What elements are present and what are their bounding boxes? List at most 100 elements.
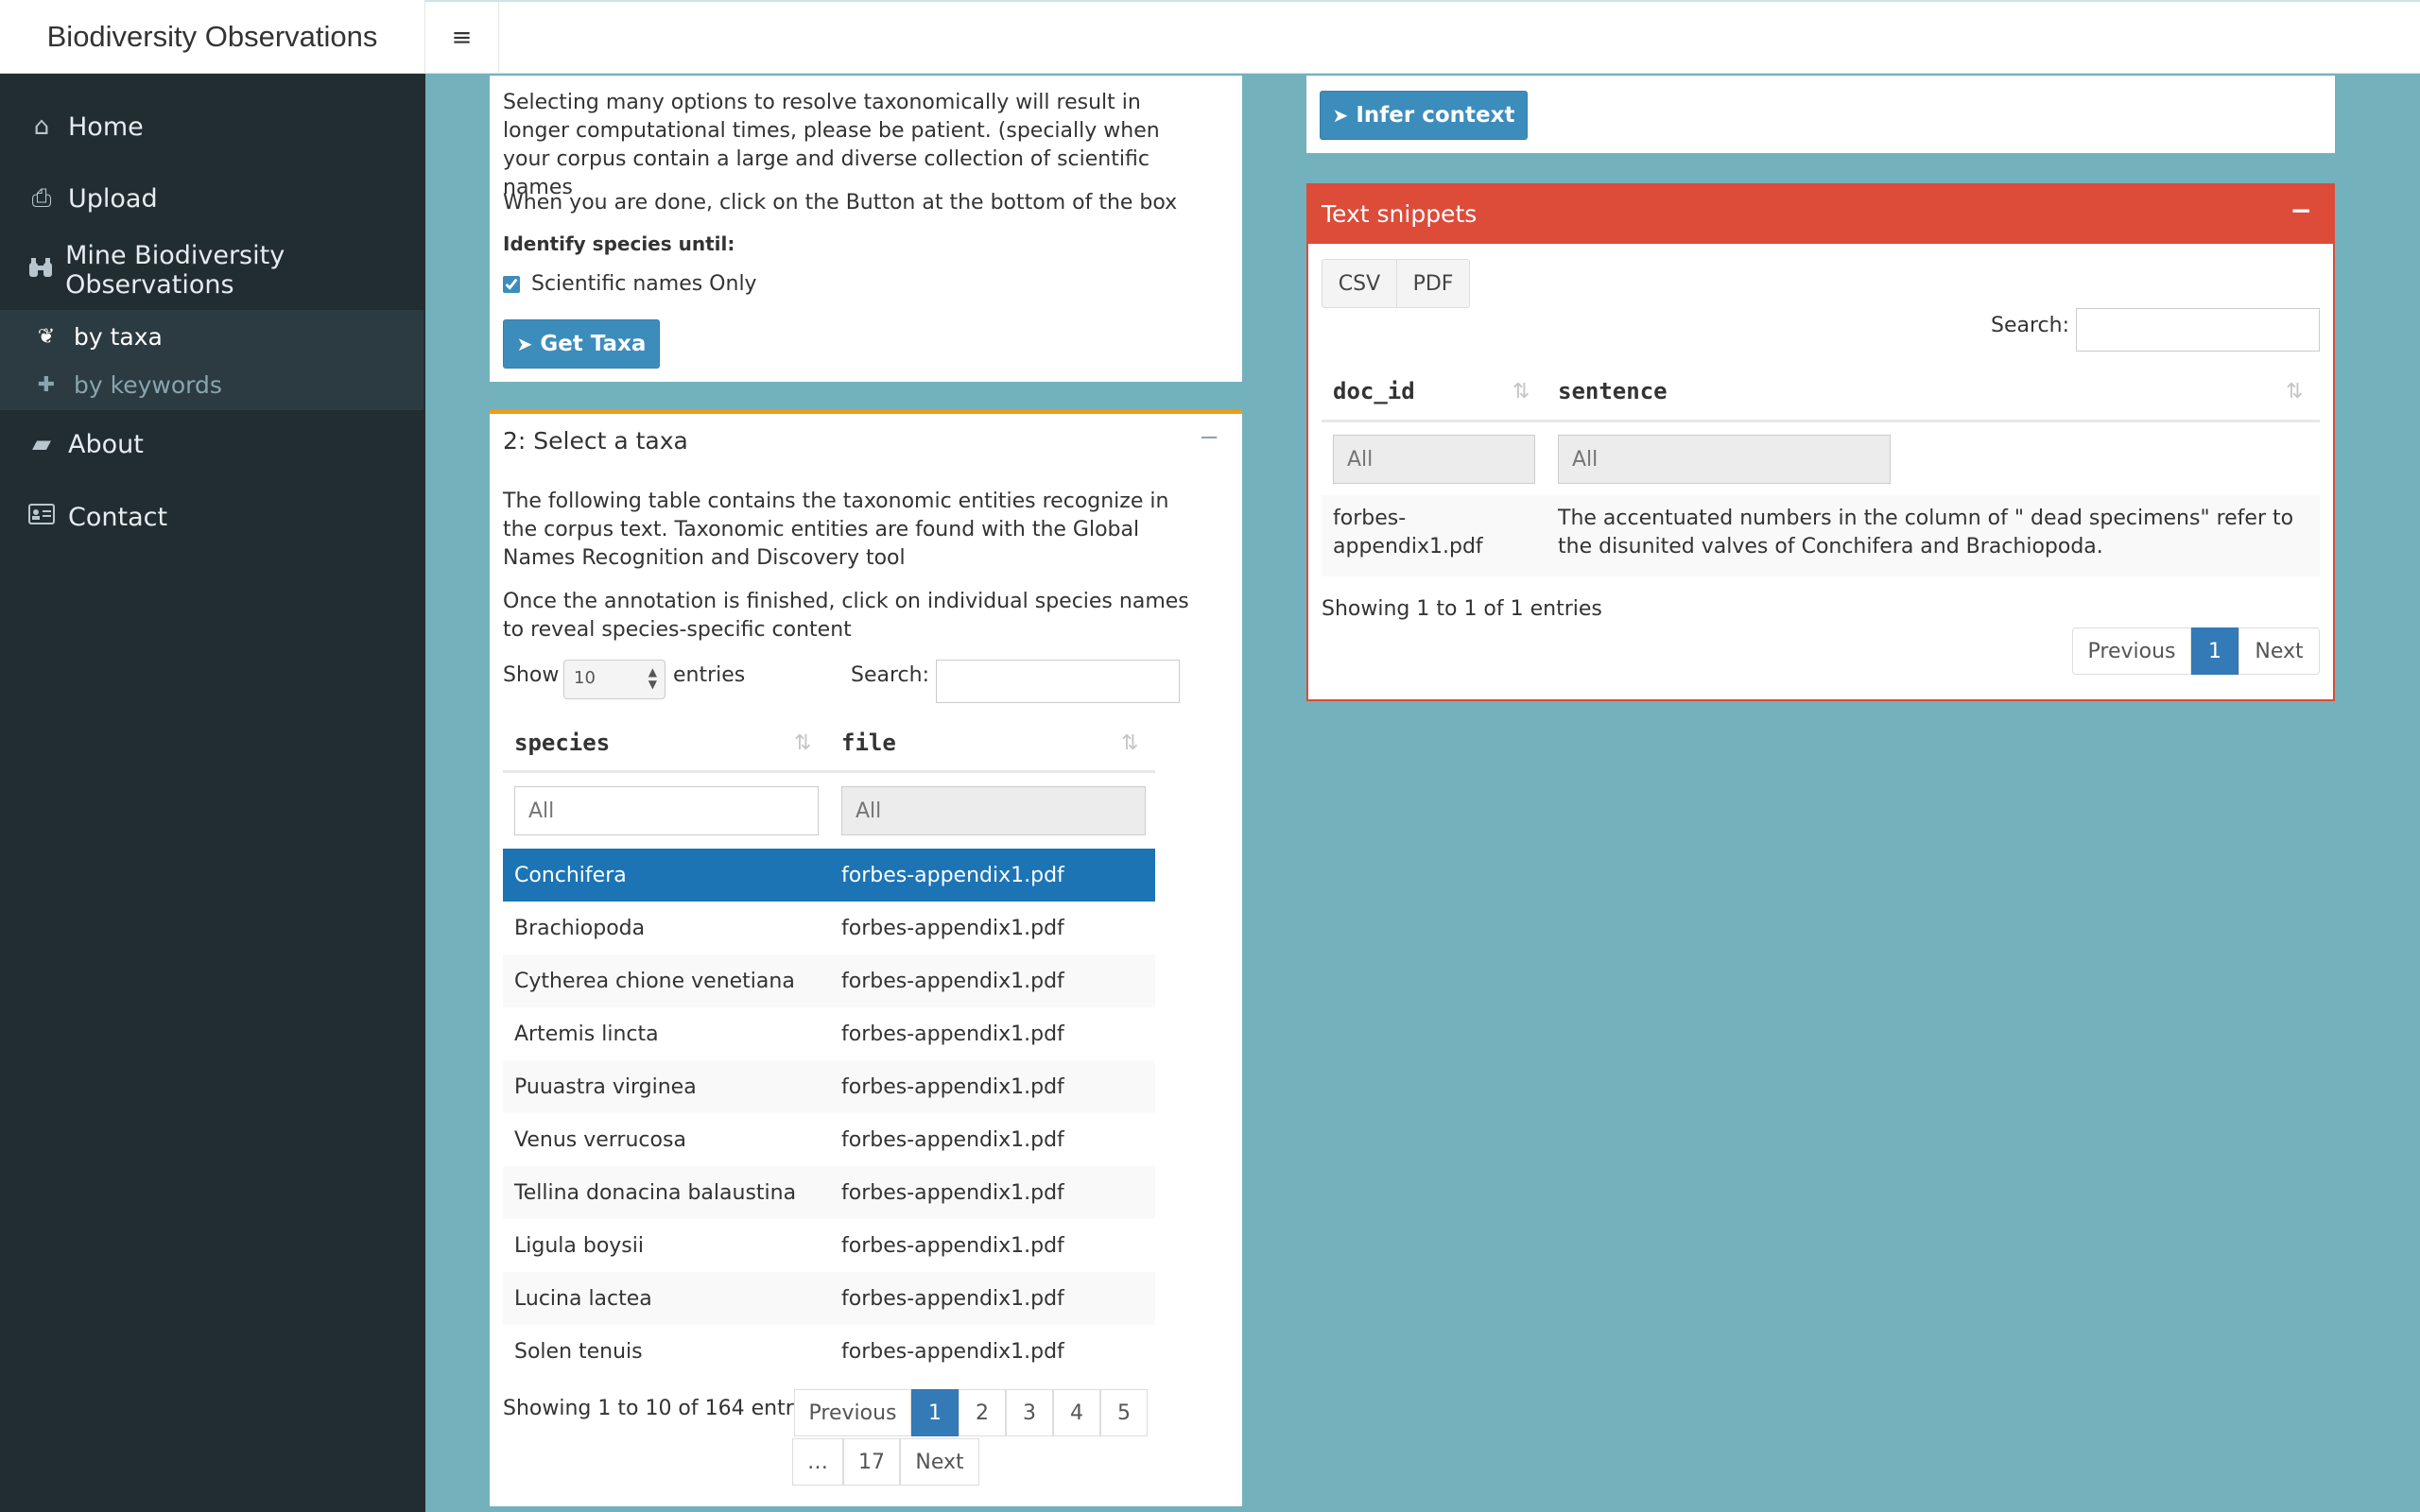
- sentence-column-header[interactable]: sentence: [1558, 378, 1668, 404]
- species-cell: Puuastra virginea: [514, 1074, 697, 1099]
- pagination-page[interactable]: 5: [1100, 1389, 1148, 1436]
- taxa-description: The following table contains the taxonom…: [503, 490, 1169, 570]
- sidebar-item-home[interactable]: ⌂ Home: [0, 100, 425, 153]
- species-cell: Artemis lincta: [514, 1022, 659, 1046]
- pagination-page[interactable]: 2: [959, 1389, 1006, 1436]
- doc-id-filter-input[interactable]: [1333, 435, 1535, 484]
- table-info: Showing 1 to 1 of 1 entries: [1322, 597, 1602, 621]
- file-column-header[interactable]: file: [841, 730, 896, 756]
- box-title: Text snippets: [1322, 200, 1478, 228]
- file-cell: forbes-appendix1.pdf: [841, 1074, 1064, 1099]
- file-cell: forbes-appendix1.pdf: [841, 863, 1064, 887]
- species-cell: Venus verrucosa: [514, 1127, 686, 1152]
- species-cell: Solen tenuis: [514, 1339, 643, 1364]
- file-cell: forbes-appendix1.pdf: [841, 916, 1064, 940]
- pagination-next[interactable]: Next: [900, 1438, 979, 1486]
- sidebar: ⌂ Home ⎙ Upload Mine Biodiversity Observ…: [0, 74, 425, 1512]
- sidebar-item-by-taxa[interactable]: ❦ by taxa: [0, 313, 424, 360]
- scientific-names-checkbox[interactable]: [503, 276, 520, 293]
- table-row[interactable]: Solen tenuis forbes-appendix1.pdf: [503, 1325, 1155, 1378]
- top-navbar: ≡: [425, 0, 2420, 74]
- sentence-filter-input[interactable]: [1558, 435, 1891, 484]
- sidebar-item-about[interactable]: ▰ About: [0, 418, 425, 471]
- species-cell: Brachiopoda: [514, 916, 646, 940]
- table-row[interactable]: Artemis lincta forbes-appendix1.pdf: [503, 1007, 1155, 1060]
- pagination-page[interactable]: 3: [1006, 1389, 1053, 1436]
- sort-icon[interactable]: ⇅: [2286, 380, 2303, 404]
- file-cell: forbes-appendix1.pdf: [841, 1339, 1064, 1364]
- page-length-select[interactable]: 10 ▲ ▼: [563, 660, 666, 699]
- sidebar-item-label: Contact: [68, 502, 168, 532]
- header-divider: [1322, 420, 2320, 422]
- options-box: Selecting many options to resolve taxono…: [490, 76, 1242, 382]
- file-cell: forbes-appendix1.pdf: [841, 1180, 1064, 1205]
- table-row[interactable]: Tellina donacina balaustina forbes-appen…: [503, 1166, 1155, 1219]
- sidebar-item-label: Upload: [68, 183, 158, 214]
- snippets-search-input[interactable]: [2076, 308, 2320, 352]
- csv-export-button[interactable]: CSV: [1322, 259, 1397, 308]
- sidebar-item-mine[interactable]: Mine Biodiversity Observations: [0, 241, 425, 300]
- sidebar-toggle-icon[interactable]: ≡: [425, 2, 499, 74]
- pagination-previous[interactable]: Previous: [794, 1389, 911, 1436]
- file-cell: forbes-appendix1.pdf: [841, 1022, 1064, 1046]
- collapse-icon[interactable]: −: [2290, 195, 2312, 226]
- species-column-header[interactable]: species: [514, 730, 610, 756]
- doc-id-line: forbes-: [1333, 507, 1407, 530]
- text-snippets-header: Text snippets −: [1308, 185, 2333, 244]
- header-divider: [503, 770, 1155, 773]
- search-label: Search:: [851, 663, 929, 687]
- pagination-page[interactable]: 1: [2191, 627, 2238, 675]
- table-row[interactable]: Cytherea chione venetiana forbes-appendi…: [503, 954, 1155, 1007]
- page-length-value: 10: [574, 668, 596, 688]
- home-icon: ⌂: [33, 112, 50, 141]
- sidebar-item-contact[interactable]: Contact: [0, 490, 425, 543]
- pointer-icon: ➤: [516, 333, 533, 355]
- infer-context-button[interactable]: ➤ Infer context: [1320, 91, 1528, 140]
- species-filter-input[interactable]: [514, 786, 819, 835]
- checkbox-label: Scientific names Only: [531, 272, 757, 296]
- text-snippets-box: Text snippets − CSV PDF Search: doc_id ⇅…: [1306, 183, 2335, 701]
- table-row[interactable]: Venus verrucosa forbes-appendix1.pdf: [503, 1113, 1155, 1166]
- infer-context-box: ➤ Infer context: [1306, 76, 2335, 153]
- pagination-next[interactable]: Next: [2238, 627, 2320, 675]
- table-row[interactable]: forbes- appendix1.pdf The accentuated nu…: [1322, 495, 2320, 576]
- table-row[interactable]: Ligula boysii forbes-appendix1.pdf: [503, 1219, 1155, 1272]
- sidebar-submenu: ❦ by taxa ✚ by keywords: [0, 310, 424, 410]
- species-cell: Ligula boysii: [514, 1233, 644, 1258]
- taxa-search-input[interactable]: [936, 660, 1180, 703]
- table-row[interactable]: Brachiopoda forbes-appendix1.pdf: [503, 902, 1155, 954]
- sidebar-item-upload[interactable]: ⎙ Upload: [0, 172, 425, 225]
- pagination-page[interactable]: 4: [1053, 1389, 1100, 1436]
- taxa-hint: Once the annotation is finished, click o…: [503, 590, 1189, 642]
- options-instructions: Selecting many options to resolve taxono…: [503, 91, 1160, 199]
- sort-icon[interactable]: ⇅: [794, 731, 811, 755]
- sort-icon[interactable]: ⇅: [1512, 380, 1530, 404]
- select-taxa-box: 2: Select a taxa − The following table c…: [490, 410, 1242, 1506]
- sort-icon[interactable]: ⇅: [1121, 731, 1138, 755]
- get-taxa-button[interactable]: ➤ Get Taxa: [503, 319, 660, 369]
- table-info: Showing 1 to 10 of 164 entries: [503, 1397, 823, 1420]
- species-cell: Cytherea chione venetiana: [514, 969, 795, 993]
- collapse-icon[interactable]: −: [1199, 423, 1219, 452]
- doc-id-column-header[interactable]: doc_id: [1333, 378, 1415, 404]
- table-row[interactable]: Puuastra virginea forbes-appendix1.pdf: [503, 1060, 1155, 1113]
- address-card-icon: [26, 503, 57, 531]
- sidebar-item-label: by keywords: [74, 370, 222, 399]
- pdf-export-button[interactable]: PDF: [1396, 259, 1470, 308]
- box-title: 2: Select a taxa: [503, 427, 688, 455]
- app-logo[interactable]: Biodiversity Observations: [0, 0, 425, 74]
- sidebar-item-by-keywords[interactable]: ✚ by keywords: [0, 361, 424, 408]
- table-row[interactable]: Lucina lactea forbes-appendix1.pdf: [503, 1272, 1155, 1325]
- select-arrows-icon: ▲ ▼: [648, 665, 657, 691]
- options-hint: When you are done, click on the Button a…: [503, 191, 1178, 215]
- search-label: Search:: [1991, 314, 2069, 337]
- scientific-names-checkbox-row[interactable]: Scientific names Only: [503, 270, 757, 299]
- pagination-page[interactable]: 17: [843, 1438, 900, 1486]
- pagination-page[interactable]: 1: [911, 1389, 959, 1436]
- file-filter-input[interactable]: [841, 786, 1146, 835]
- upload-icon: ⎙: [31, 183, 52, 213]
- file-cell: forbes-appendix1.pdf: [841, 1127, 1064, 1152]
- table-row[interactable]: Conchifera forbes-appendix1.pdf: [503, 849, 1155, 902]
- pagination-previous[interactable]: Previous: [2072, 627, 2191, 675]
- species-cell: Lucina lactea: [514, 1286, 652, 1311]
